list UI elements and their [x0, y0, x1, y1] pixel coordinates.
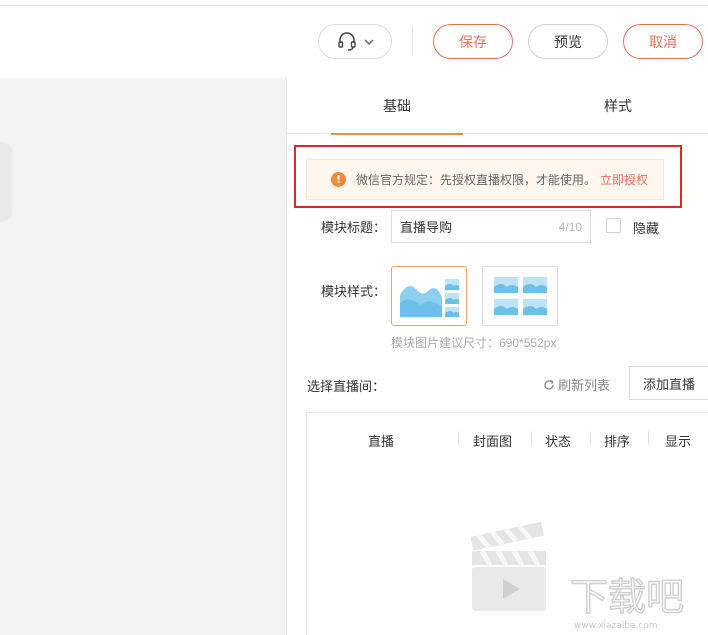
large-image-layout-icon: [400, 279, 459, 317]
notice-text: 微信官方规定：先授权直播权限，才能使用。: [356, 173, 597, 187]
settings-panel: 基础 样式 ! 微信官方规定：先授权直播权限，才能使用。 立即授权 模块标题： …: [286, 78, 708, 635]
column-header-status: 状态: [545, 434, 572, 449]
hide-label: 隐藏: [633, 221, 660, 236]
table-header: 直播 封面图 状态 排序 显示: [307, 413, 708, 465]
toolbar-divider: [412, 28, 413, 56]
column-header-cover: 封面图: [473, 434, 513, 449]
settings-tabs: 基础 样式: [287, 78, 708, 135]
chevron-down-icon: [364, 38, 374, 45]
column-header-display: 显示: [665, 434, 692, 449]
column-divider: [590, 431, 591, 445]
column-divider: [531, 431, 532, 445]
headset-icon: [338, 31, 356, 51]
style-option-large[interactable]: [391, 266, 467, 326]
image-size-hint: 模块图片建议尺寸：690*552px: [391, 336, 557, 350]
toolbar: 保存 预览 取消: [0, 6, 708, 78]
char-counter: 4/10: [558, 219, 582, 234]
live-room-label: 选择直播间：: [307, 379, 386, 394]
tab-basic[interactable]: 基础: [331, 78, 463, 135]
column-divider: [648, 431, 649, 445]
preview-button[interactable]: 预览: [528, 24, 608, 59]
module-title-label: 模块标题：: [321, 220, 387, 235]
add-live-button[interactable]: 添加直播: [629, 366, 708, 400]
clapperboard-icon: [470, 522, 546, 611]
column-header-live: 直播: [368, 434, 395, 449]
module-title-value: 直播导购: [400, 220, 453, 235]
grid-layout-icon: [494, 277, 547, 315]
cancel-button[interactable]: 取消: [623, 24, 703, 59]
tab-style[interactable]: 样式: [563, 78, 673, 134]
preview-canvas: [0, 78, 286, 635]
canvas-scroll-edge: [0, 142, 12, 222]
module-style-label: 模块样式：: [321, 284, 387, 299]
style-option-grid[interactable]: [482, 266, 558, 326]
live-room-table: 直播 封面图 状态 排序 显示: [306, 412, 708, 635]
module-title-input[interactable]: 直播导购 4/10: [391, 210, 591, 243]
authorization-notice: ! 微信官方规定：先授权直播权限，才能使用。 立即授权: [306, 159, 664, 200]
refresh-list-label: 刷新列表: [558, 378, 611, 393]
authorize-now-link[interactable]: 立即授权: [600, 171, 648, 188]
column-header-sort: 排序: [604, 434, 631, 449]
column-divider: [458, 431, 459, 445]
refresh-icon: [544, 379, 554, 390]
refresh-list-button[interactable]: 刷新列表: [543, 375, 610, 394]
save-button[interactable]: 保存: [433, 24, 513, 59]
hide-checkbox[interactable]: [606, 218, 621, 233]
info-icon: !: [331, 172, 346, 187]
support-dropdown-button[interactable]: [318, 24, 392, 59]
